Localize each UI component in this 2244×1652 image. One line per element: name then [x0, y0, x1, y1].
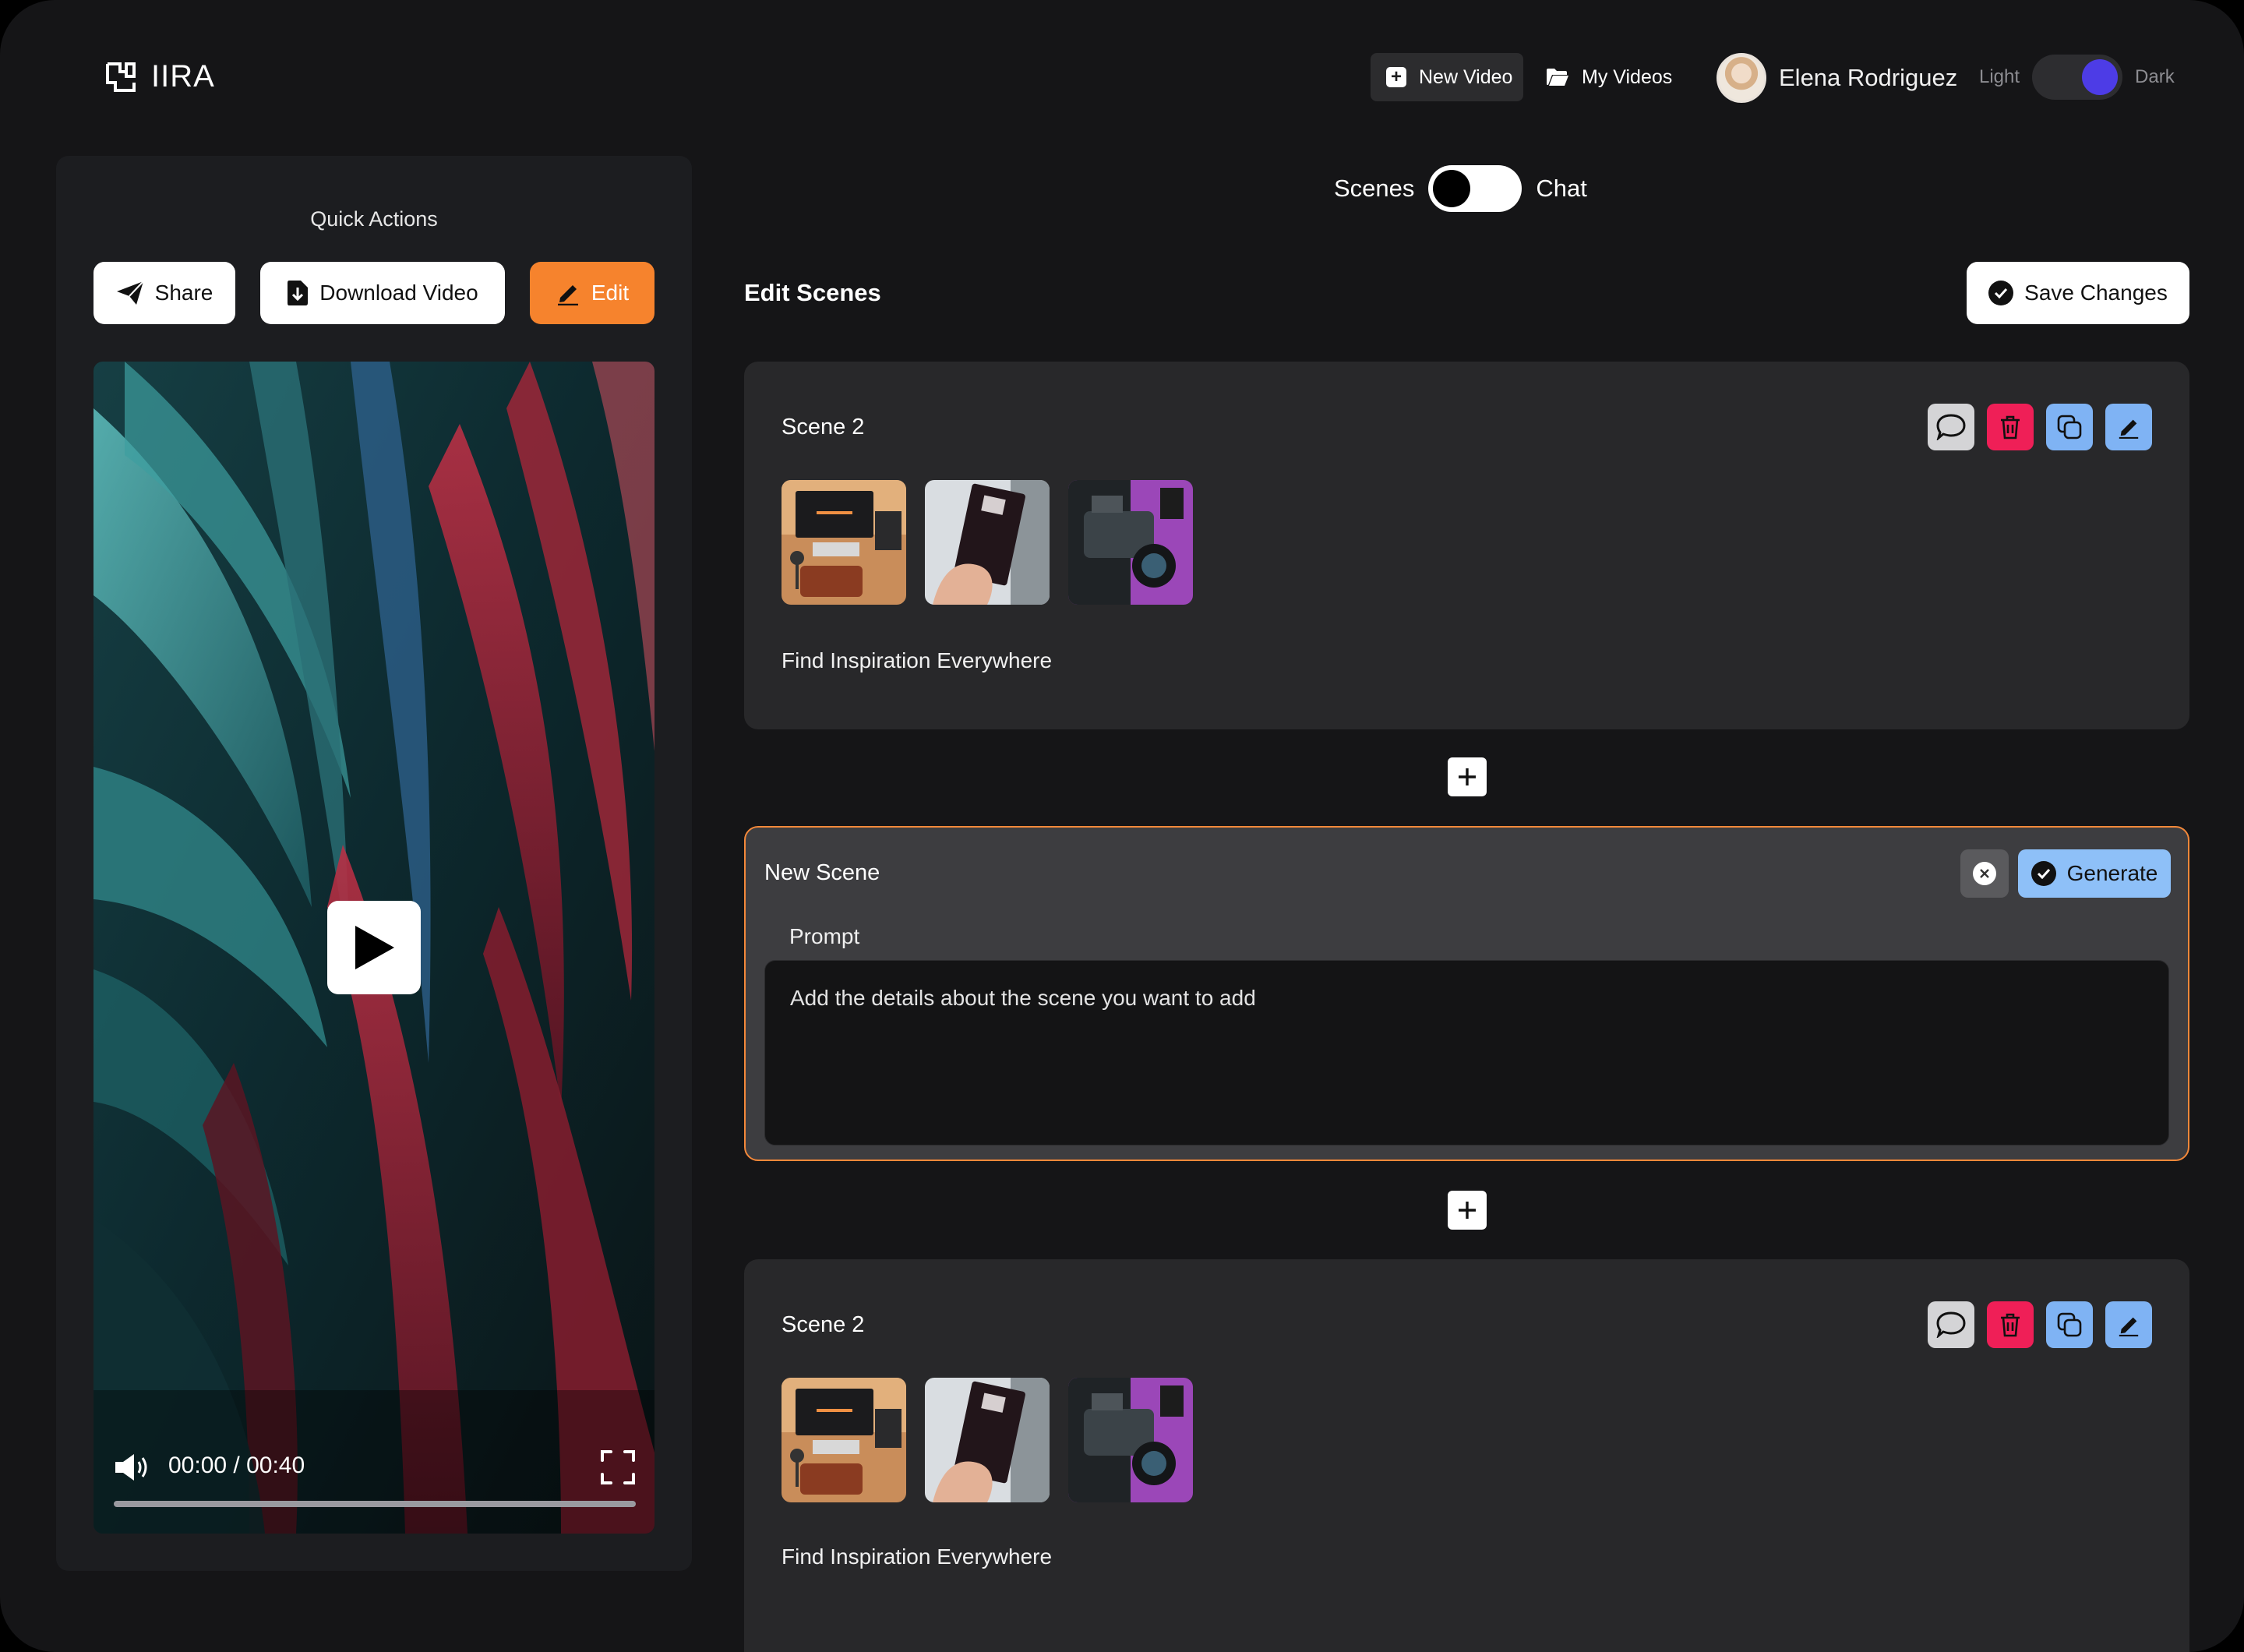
- thumbnail-camera[interactable]: [1068, 480, 1193, 605]
- edit-button[interactable]: Edit: [530, 262, 654, 324]
- delete-button[interactable]: [1987, 404, 2034, 450]
- new-video-button[interactable]: + New Video: [1371, 53, 1523, 101]
- play-button[interactable]: [327, 901, 421, 994]
- time-display: 00:00 / 00:40: [168, 1453, 305, 1478]
- close-new-scene-button[interactable]: [1960, 849, 2009, 898]
- scene-caption: Find Inspiration Everywhere: [782, 648, 1053, 672]
- theme-toggle[interactable]: [2032, 55, 2123, 100]
- comment-button[interactable]: [1928, 404, 1974, 450]
- logo-mark-icon: [106, 62, 136, 92]
- logo-text: IIRA: [151, 59, 215, 94]
- edit-scene-button[interactable]: [2105, 1301, 2152, 1348]
- copy-icon: [2057, 1312, 2082, 1337]
- quick-actions-panel: Quick Actions Share Download Video Edit: [56, 156, 692, 1571]
- app-window: IIRA + New Video My Videos Elena Rodrigu…: [0, 0, 2244, 1652]
- trash-icon: [2001, 415, 2020, 439]
- my-videos-label: My Videos: [1582, 65, 1673, 88]
- studio-desk-image: [782, 1378, 906, 1502]
- share-button[interactable]: Share: [94, 262, 235, 324]
- scene-title: Scene 2: [782, 415, 865, 439]
- send-icon: [116, 281, 144, 305]
- logo[interactable]: IIRA: [104, 59, 215, 94]
- user-name: Elena Rodriguez: [1779, 64, 1958, 91]
- progress-bar[interactable]: [114, 1501, 636, 1507]
- mode-switch[interactable]: [1428, 165, 1522, 212]
- studio-desk-image: [782, 480, 906, 605]
- plus-icon: [1459, 768, 1476, 785]
- folder-icon: [1547, 69, 1568, 86]
- pen-icon: [2119, 419, 2139, 439]
- theme-toggle-knob: [2082, 59, 2119, 95]
- thumbnail-camera[interactable]: [1068, 1378, 1193, 1502]
- scene-card[interactable]: Scene 2 Find Inspiration Everywhere: [744, 1259, 2189, 1652]
- edit-scene-button[interactable]: [2105, 404, 2152, 450]
- add-scene-button[interactable]: [1448, 1191, 1487, 1230]
- thumbnail-studio-desk[interactable]: [782, 480, 906, 605]
- vhs-tape-image: [925, 480, 1050, 605]
- my-videos-button[interactable]: My Videos: [1546, 53, 1672, 101]
- avatar: [1717, 53, 1766, 103]
- fullscreen-icon[interactable]: [600, 1449, 636, 1485]
- duplicate-button[interactable]: [2046, 404, 2093, 450]
- close-icon: [1973, 862, 1996, 885]
- new-video-label: New Video: [1419, 65, 1513, 88]
- play-icon: [355, 926, 394, 969]
- save-changes-label: Save Changes: [2024, 281, 2168, 305]
- theme-light-label: Light: [1979, 66, 2020, 87]
- vhs-tape-image: [925, 1378, 1050, 1502]
- mode-switch-knob: [1433, 170, 1471, 207]
- theme-dark-label: Dark: [2135, 66, 2175, 87]
- volume-icon[interactable]: [114, 1453, 150, 1482]
- plus-icon: [1459, 1202, 1476, 1219]
- add-scene-button[interactable]: [1448, 757, 1487, 796]
- scenes-chat-toggle: Scenes Chat: [1334, 165, 1587, 212]
- camera-image: [1068, 480, 1193, 605]
- new-scene-title: New Scene: [764, 860, 880, 885]
- comment-icon: [1936, 414, 1966, 440]
- generate-button[interactable]: Generate: [2018, 849, 2171, 898]
- pen-icon: [557, 285, 578, 305]
- thumbnail-studio-desk[interactable]: [782, 1378, 906, 1502]
- check-circle-icon: [1988, 281, 2014, 305]
- scenes-label: Scenes: [1334, 175, 1415, 202]
- user-menu[interactable]: Elena Rodriguez: [1717, 53, 1957, 103]
- thumbnail-vhs-tape[interactable]: [925, 1378, 1050, 1502]
- prompt-input[interactable]: [764, 960, 2169, 1145]
- download-file-icon: [288, 281, 309, 305]
- new-scene-card: New Scene Generate Prompt: [744, 826, 2189, 1161]
- download-video-button[interactable]: Download Video: [260, 262, 505, 324]
- camera-image: [1068, 1378, 1193, 1502]
- edit-label: Edit: [591, 281, 630, 305]
- generate-label: Generate: [2066, 861, 2158, 885]
- trash-icon: [2001, 1313, 2020, 1337]
- scene-actions: [1928, 1301, 2152, 1348]
- quick-actions-title: Quick Actions: [310, 207, 438, 231]
- plus-icon: +: [1386, 67, 1406, 87]
- copy-icon: [2057, 415, 2082, 439]
- scene-actions: [1928, 404, 2152, 450]
- comment-button[interactable]: [1928, 1301, 1974, 1348]
- scene-title: Scene 2: [782, 1312, 865, 1337]
- pen-icon: [2119, 1317, 2139, 1336]
- delete-button[interactable]: [1987, 1301, 2034, 1348]
- download-video-label: Download Video: [319, 281, 478, 305]
- page-title: Edit Scenes: [744, 279, 881, 306]
- theme-switch: Light Dark: [1979, 55, 2175, 100]
- scene-card[interactable]: Scene 2 Find Inspiration Everywhere: [744, 362, 2189, 729]
- check-circle-icon: [2031, 861, 2056, 886]
- thumbnail-vhs-tape[interactable]: [925, 480, 1050, 605]
- duplicate-button[interactable]: [2046, 1301, 2093, 1348]
- prompt-label: Prompt: [789, 924, 860, 948]
- share-label: Share: [154, 281, 213, 305]
- save-changes-button[interactable]: Save Changes: [1967, 262, 2189, 324]
- scene-thumbnails: [782, 1378, 1193, 1502]
- video-player[interactable]: 00:00 / 00:40: [94, 362, 654, 1534]
- chat-label: Chat: [1536, 175, 1587, 202]
- scene-thumbnails: [782, 480, 1193, 605]
- scene-caption: Find Inspiration Everywhere: [782, 1544, 1053, 1569]
- comment-icon: [1936, 1311, 1966, 1338]
